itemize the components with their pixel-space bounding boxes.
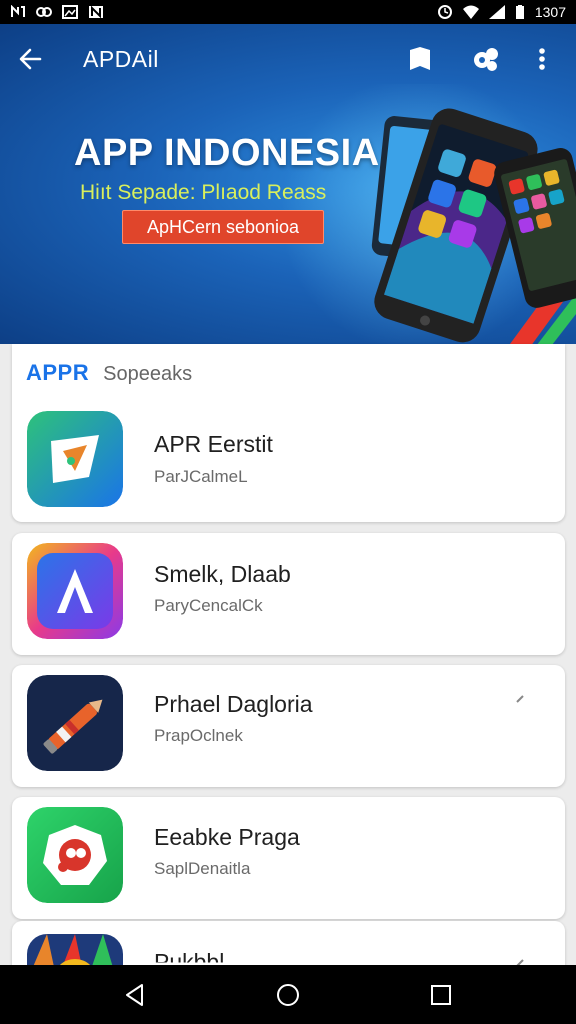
nfc-icon: [11, 5, 25, 17]
section-title: APPR: [26, 360, 90, 385]
app-name: Smelk, Dlaab: [154, 561, 291, 587]
app-title: APDAil: [83, 46, 159, 72]
app-subtitle: ParyCencalCk: [154, 596, 263, 615]
signal-icon: [488, 5, 505, 19]
app-icon-video: [27, 411, 123, 507]
list-item[interactable]: APR Eerstit ParJCalmeL: [12, 400, 565, 522]
status-left: [10, 5, 104, 19]
image-icon: [62, 5, 78, 19]
navigation-bar: [0, 965, 576, 1024]
link-icon: [36, 7, 52, 17]
app-name: Eeabke Praga: [154, 824, 300, 850]
status-bar: 1307: [0, 0, 576, 24]
app-icon-a: [27, 543, 123, 639]
section-header: APPR Sopeeaks: [26, 360, 192, 386]
wifi-icon: [462, 5, 479, 19]
overflow-icon[interactable]: [516, 695, 524, 703]
status-right: 1307: [437, 4, 566, 20]
section-subtitle: Sopeeaks: [103, 363, 193, 385]
app-name: APR Eerstit: [154, 431, 273, 457]
nav-back-icon[interactable]: [122, 982, 148, 1008]
banner-subtitle: Hiıt Sepade: Plıaod Reass: [80, 181, 327, 204]
alarm-icon: [437, 5, 452, 19]
app-subtitle: ParJCalmeL: [154, 467, 248, 486]
nav-home-icon[interactable]: [275, 982, 301, 1008]
app-subtitle: PrapOclnek: [154, 726, 243, 745]
battery-icon: [515, 5, 524, 19]
people-icon[interactable]: [472, 45, 500, 73]
status-time: 1307: [534, 4, 566, 20]
hero-banner: APDAil APP INDONESIA Hiıt Sepade: Plıaod…: [0, 24, 576, 344]
bookmark-icon[interactable]: [406, 45, 434, 73]
app-icon-pencil: [27, 675, 123, 771]
back-arrow-icon[interactable]: [18, 46, 44, 72]
list-item[interactable]: Eeabke Praga SaplDenaitla: [12, 797, 565, 919]
banner-cta-button[interactable]: ApHCern sebonioa: [122, 210, 324, 244]
app-icon-chat: [27, 807, 123, 903]
app-subtitle: SaplDenaitla: [154, 859, 251, 878]
app-name: Prhael Dagloria: [154, 691, 313, 717]
list-item[interactable]: Smelk, Dlaab ParyCencalCk: [12, 533, 565, 655]
phones-illustration: [371, 108, 576, 344]
list-item[interactable]: Prhael Dagloria PrapOclnek: [12, 665, 565, 787]
notification-icon: [89, 5, 103, 19]
more-vert-icon[interactable]: [535, 45, 549, 73]
nav-recents-icon[interactable]: [428, 982, 454, 1008]
